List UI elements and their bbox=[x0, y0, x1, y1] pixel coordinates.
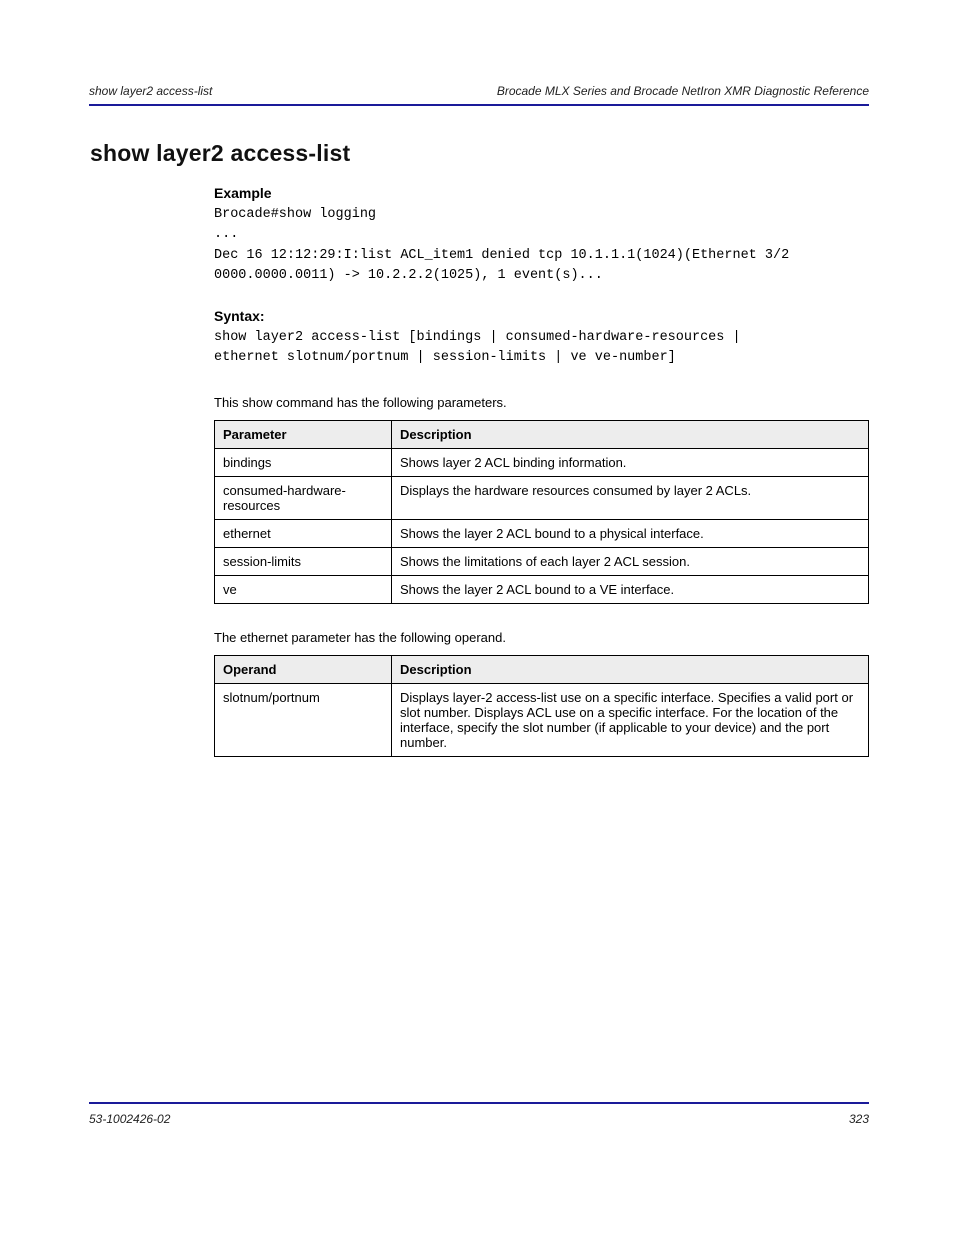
param-desc: Shows the layer 2 ACL bound to a VE inte… bbox=[392, 575, 869, 603]
param-desc: Shows the limitations of each layer 2 AC… bbox=[392, 547, 869, 575]
table1-caption: This show command has the following para… bbox=[214, 395, 869, 410]
table-header-operand: Operand bbox=[215, 655, 392, 683]
table-header-description: Description bbox=[392, 420, 869, 448]
table-row: bindings Shows layer 2 ACL binding infor… bbox=[215, 448, 869, 476]
param-name: ve bbox=[215, 575, 392, 603]
param-name: bindings bbox=[215, 448, 392, 476]
param-name: ethernet bbox=[215, 519, 392, 547]
table-row: slotnum/portnum Displays layer-2 access-… bbox=[215, 683, 869, 756]
header-right-text: Brocade MLX Series and Brocade NetIron X… bbox=[497, 84, 869, 98]
param-desc: Shows the layer 2 ACL bound to a physica… bbox=[392, 519, 869, 547]
page-title: show layer2 access-list bbox=[90, 140, 869, 167]
footer-left-text: 53-1002426-02 bbox=[89, 1112, 170, 1126]
table-row: ve Shows the layer 2 ACL bound to a VE i… bbox=[215, 575, 869, 603]
param-desc: Displays the hardware resources consumed… bbox=[392, 476, 869, 519]
table-row: consumed-hardware-resources Displays the… bbox=[215, 476, 869, 519]
operand-name: slotnum/portnum bbox=[215, 683, 392, 756]
table-header-description: Description bbox=[392, 655, 869, 683]
operand-table: Operand Description slotnum/portnum Disp… bbox=[214, 655, 869, 757]
parameter-table: Parameter Description bindings Shows lay… bbox=[214, 420, 869, 604]
param-name: consumed-hardware-resources bbox=[215, 476, 392, 519]
param-name: session-limits bbox=[215, 547, 392, 575]
param-desc: Shows layer 2 ACL binding information. bbox=[392, 448, 869, 476]
table-header-row: Parameter Description bbox=[215, 420, 869, 448]
syntax-heading: Syntax: bbox=[214, 308, 869, 324]
table-row: session-limits Shows the limitations of … bbox=[215, 547, 869, 575]
footer-right-text: 323 bbox=[849, 1112, 869, 1126]
syntax-text: show layer2 access-list [bindings | cons… bbox=[214, 328, 869, 369]
table-header-row: Operand Description bbox=[215, 655, 869, 683]
header-rule bbox=[89, 104, 869, 106]
operand-desc: Displays layer-2 access-list use on a sp… bbox=[392, 683, 869, 756]
example-text: Brocade#show logging ... Dec 16 12:12:29… bbox=[214, 205, 869, 286]
table-row: ethernet Shows the layer 2 ACL bound to … bbox=[215, 519, 869, 547]
footer-rule bbox=[89, 1102, 869, 1104]
table-header-parameter: Parameter bbox=[215, 420, 392, 448]
header-left-text: show layer2 access-list bbox=[89, 84, 212, 98]
document-body: show layer2 access-list Example Brocade#… bbox=[89, 130, 869, 757]
example-heading: Example bbox=[214, 185, 869, 201]
table2-caption: The ethernet parameter has the following… bbox=[214, 630, 869, 645]
